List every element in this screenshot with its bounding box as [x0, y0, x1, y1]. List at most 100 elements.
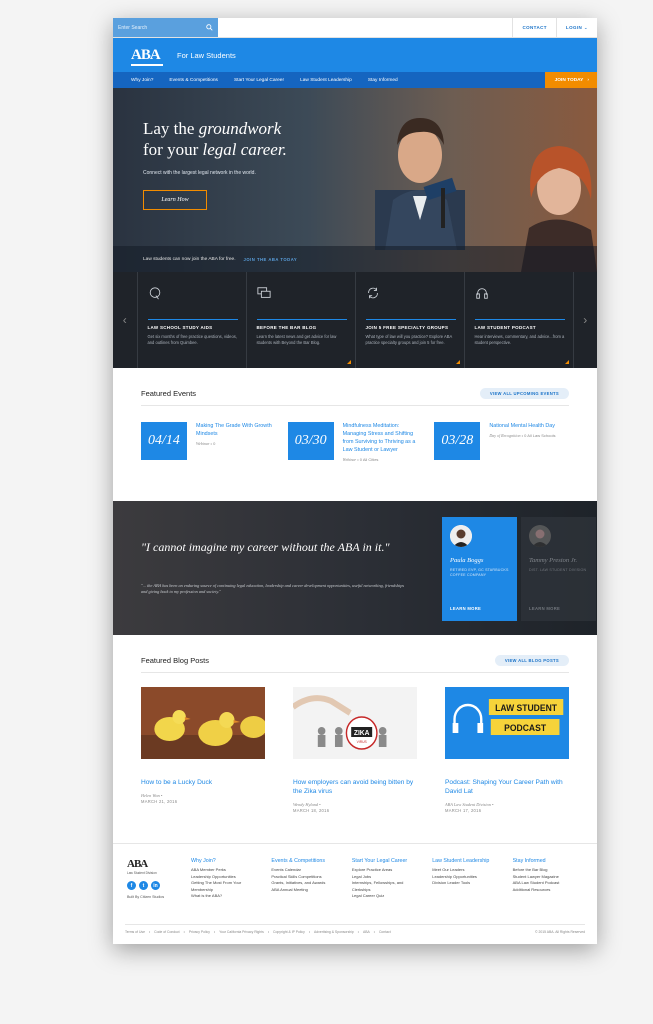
search-input[interactable]	[118, 24, 205, 31]
footer-link[interactable]: Student Lawyer Magazine	[513, 874, 587, 881]
legal-link[interactable]: Your California Privacy Rights	[219, 930, 264, 934]
resource-card-podcast[interactable]: LAW STUDENT PODCAST Hear interviews, com…	[463, 272, 574, 368]
legal-link[interactable]: ABA	[363, 930, 370, 934]
footer-heading[interactable]: Stay Informed	[513, 858, 587, 864]
zika-image[interactable]: ZIKA VIRUS	[291, 687, 417, 759]
learn-more-link[interactable]: LEARN MORE	[450, 606, 481, 611]
ducklings-image[interactable]	[141, 687, 267, 759]
footer-link[interactable]: ABA Law Student Podcast	[513, 880, 587, 887]
view-all-events-button[interactable]: VIEW ALL UPCOMING EVENTS	[479, 388, 569, 399]
footer-columns: ABA Law Student Division f t in Built By…	[127, 858, 587, 900]
built-by-credit[interactable]: Built By Citizen Studios	[127, 895, 185, 899]
blog-post[interactable]: ZIKA VIRUS How employers can avoid being…	[291, 687, 417, 813]
legal-link[interactable]: Advertising & Sponsorship	[314, 930, 354, 934]
resource-card-specialty-groups[interactable]: JOIN 5 FREE SPECIALTY GROUPS What type o…	[354, 272, 464, 368]
event-title[interactable]: Making The Grade With Growth Mindsets	[196, 422, 276, 438]
post-author: Wendy Hyland •	[293, 802, 417, 807]
nav-item-legal-career[interactable]: Start Your Legal Career	[226, 78, 292, 83]
learn-how-button[interactable]: Learn How	[143, 190, 207, 210]
legal-link[interactable]: Copyright & IP Policy	[273, 930, 305, 934]
contact-link[interactable]: CONTACT	[512, 18, 555, 37]
testimonial-card-active[interactable]: Paula Boggs RETIRED EVP, GC STARBUCKS CO…	[442, 517, 517, 621]
footer-link[interactable]: Events Calendar	[271, 867, 345, 874]
author-name: ABA Law Student Division	[445, 802, 491, 807]
post-title[interactable]: How employers can avoid being bitten by …	[293, 778, 417, 796]
legal-link[interactable]: Contact	[379, 930, 391, 934]
join-aba-link[interactable]: JOIN THE ABA TODAY	[244, 257, 298, 262]
event-title[interactable]: National Mental Health Day	[489, 422, 555, 430]
footer-logo[interactable]: ABA	[127, 858, 185, 870]
hero-banner: Lay the groundwork for your legal career…	[113, 88, 597, 272]
footer-column-stay-informed: Stay Informed Before the Bar Blog Studen…	[513, 858, 587, 900]
testimonial-card[interactable]: Tammy Preston Jr. DIST. LAW STUDENT DIVI…	[521, 517, 596, 621]
carousel-next-button[interactable]: ›	[574, 272, 598, 368]
footer-link[interactable]: Legal Jobs	[352, 874, 426, 881]
footer-link[interactable]: What is the ABA?	[191, 893, 265, 900]
footer-link[interactable]: Leadership Opportunities	[432, 874, 506, 881]
corner-arrow-icon	[346, 360, 351, 364]
join-today-button[interactable]: JOIN TODAY ›	[544, 72, 597, 88]
footer-link[interactable]: Internships, Fellowships, and	[352, 880, 426, 887]
events-header: Featured Events VIEW ALL UPCOMING EVENTS	[141, 388, 569, 406]
search-box[interactable]	[113, 18, 218, 37]
legal-separator: •	[267, 930, 270, 934]
legal-link[interactable]: Privacy Policy	[189, 930, 210, 934]
corner-arrow-icon	[455, 360, 460, 364]
search-icon[interactable]	[205, 24, 213, 32]
podcast-image[interactable]: LAW STUDENT PODCAST	[445, 687, 569, 759]
footer-link[interactable]: Legal Career Quiz	[352, 893, 426, 900]
resource-card-blog[interactable]: BEFORE THE BAR BLOG Learn the latest new…	[245, 272, 355, 368]
linkedin-icon[interactable]: in	[151, 881, 160, 890]
footer-link[interactable]: Explore Practice Areas	[352, 867, 426, 874]
footer-heading[interactable]: Start Your Legal Career	[352, 858, 426, 864]
aba-logo[interactable]: ABA	[131, 47, 163, 66]
event-item[interactable]: 03/28 National Mental Health Day Day of …	[434, 422, 569, 462]
hero-title-part: for your	[143, 140, 203, 159]
footer-heading[interactable]: Events & Competitions	[271, 858, 345, 864]
legal-link[interactable]: Code of Conduct	[154, 930, 179, 934]
legal-link[interactable]: Terms of Use	[125, 930, 145, 934]
footer-link[interactable]: Practical Skills Competitions	[271, 874, 345, 881]
carousel-prev-button[interactable]: ‹	[113, 272, 137, 368]
twitter-icon[interactable]: t	[139, 881, 148, 890]
footer-heading[interactable]: Why Join?	[191, 858, 265, 864]
footer-link[interactable]: ABA Annual Meeting	[271, 887, 345, 894]
post-date: MARCH 18, 2016	[293, 808, 330, 813]
site-header: ABA For Law Students	[113, 38, 597, 72]
nav-item-events[interactable]: Events & Competitions	[161, 78, 226, 83]
login-link[interactable]: LOGIN ⌄	[555, 18, 597, 37]
author-name: Helen Wan	[141, 793, 160, 798]
footer-link[interactable]: Division Leader Tools	[432, 880, 506, 887]
footer-heading[interactable]: Law Student Leadership	[432, 858, 506, 864]
nav-item-leadership[interactable]: Law Student Leadership	[292, 78, 360, 83]
blog-post[interactable]: How to be a Lucky Duck Helen Wan • MARCH…	[141, 687, 267, 813]
event-title[interactable]: Mindfulness Meditation: Managing Stress …	[343, 422, 423, 454]
resource-card-study-aids[interactable]: LAW SCHOOL STUDY AIDS Get six months of …	[136, 272, 246, 368]
headphones-icon	[475, 288, 488, 299]
blog-post[interactable]: LAW STUDENT PODCAST Podcast: Shaping You…	[445, 687, 569, 813]
zika-label: ZIKA	[354, 730, 370, 737]
footer-link[interactable]: ABA Member Perks	[191, 867, 265, 874]
footer-link[interactable]: Getting The Most From Your	[191, 880, 265, 887]
post-title[interactable]: Podcast: Shaping Your Career Path with D…	[445, 778, 569, 796]
event-type: Day of Recognition	[489, 433, 521, 438]
main-nav: Why Join? Events & Competitions Start Yo…	[113, 72, 597, 88]
footer-link[interactable]: Clerkships	[352, 887, 426, 894]
footer-link[interactable]: Before the Bar Blog	[513, 867, 587, 874]
event-item[interactable]: 04/14 Making The Grade With Growth Minds…	[141, 422, 276, 462]
footer-column-events: Events & Competitions Events Calendar Pr…	[271, 858, 345, 900]
footer-link[interactable]: Membership	[191, 887, 265, 894]
resource-description: Learn the latest news and get advice for…	[256, 334, 337, 345]
footer-link[interactable]: Leadership Opportunities	[191, 874, 265, 881]
post-title[interactable]: How to be a Lucky Duck	[141, 778, 265, 787]
view-all-blog-button[interactable]: VIEW ALL BLOG POSTS	[494, 655, 569, 666]
facebook-icon[interactable]: f	[127, 881, 136, 890]
footer-link[interactable]: Grants, Initiatives, and Awards	[271, 880, 345, 887]
learn-more-link[interactable]: LEARN MORE	[529, 606, 560, 611]
card-accent-bar	[256, 319, 347, 320]
nav-item-stay-informed[interactable]: Stay Informed	[360, 78, 406, 83]
nav-item-why-join[interactable]: Why Join?	[123, 78, 161, 83]
footer-link[interactable]: Meet Our Leaders	[432, 867, 506, 874]
footer-link[interactable]: Additional Resources	[513, 887, 587, 894]
event-item[interactable]: 03/30 Mindfulness Meditation: Managing S…	[287, 422, 423, 462]
